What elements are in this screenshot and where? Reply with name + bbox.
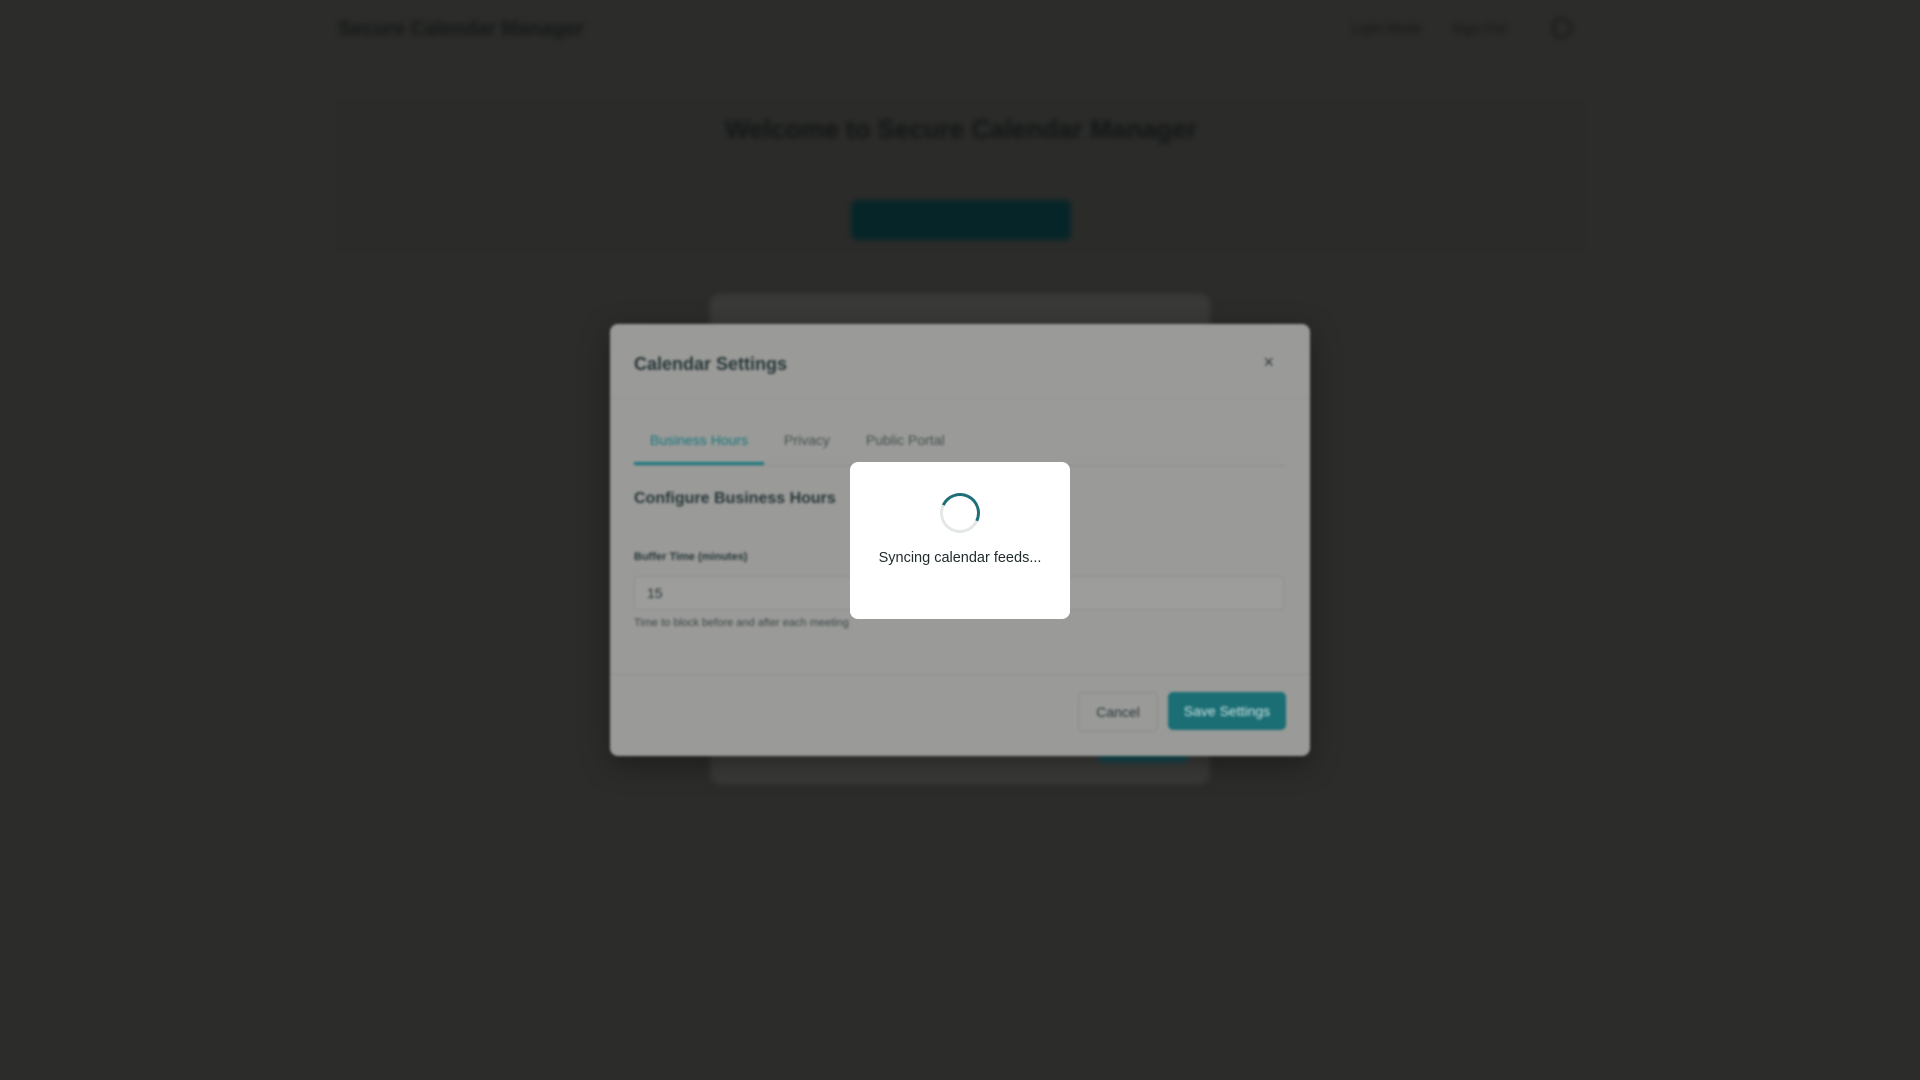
user-icon[interactable] [1552,18,1572,38]
nav-link-theme[interactable]: Light Mode [1352,20,1421,36]
cancel-button[interactable]: Cancel [1078,692,1158,732]
app-brand[interactable]: Secure Calendar Manager [338,18,584,41]
welcome-card: Welcome to Secure Calendar Manager [330,95,1592,257]
loading-message: Syncing calendar feeds... [878,550,1042,566]
tab-privacy[interactable]: Privacy [784,432,830,448]
section-title: Configure Business Hours [634,490,836,507]
dialog-header-divider [610,398,1310,399]
welcome-title: Welcome to Secure Calendar Manager [724,114,1197,144]
tab-business-hours[interactable]: Business Hours [650,432,748,448]
nav-link-signout[interactable]: Sign Out [1452,20,1506,36]
loading-dialog: Syncing calendar feeds... [850,462,1070,619]
welcome-action-button[interactable] [851,200,1071,240]
loading-spinner-icon [934,487,986,539]
save-settings-button[interactable]: Save Settings [1168,692,1286,730]
dialog-title: Calendar Settings [634,354,788,374]
buffer-time-help: Time to block before and after each meet… [634,617,849,629]
buffer-time-label: Buffer Time (minutes) [634,551,748,563]
tab-public-portal[interactable]: Public Portal [866,432,945,448]
top-navbar: Secure Calendar Manager Light Mode Sign … [0,0,1920,60]
active-tab-indicator [634,462,764,465]
dialog-footer-divider [610,674,1310,675]
close-icon[interactable]: × [1263,352,1274,373]
